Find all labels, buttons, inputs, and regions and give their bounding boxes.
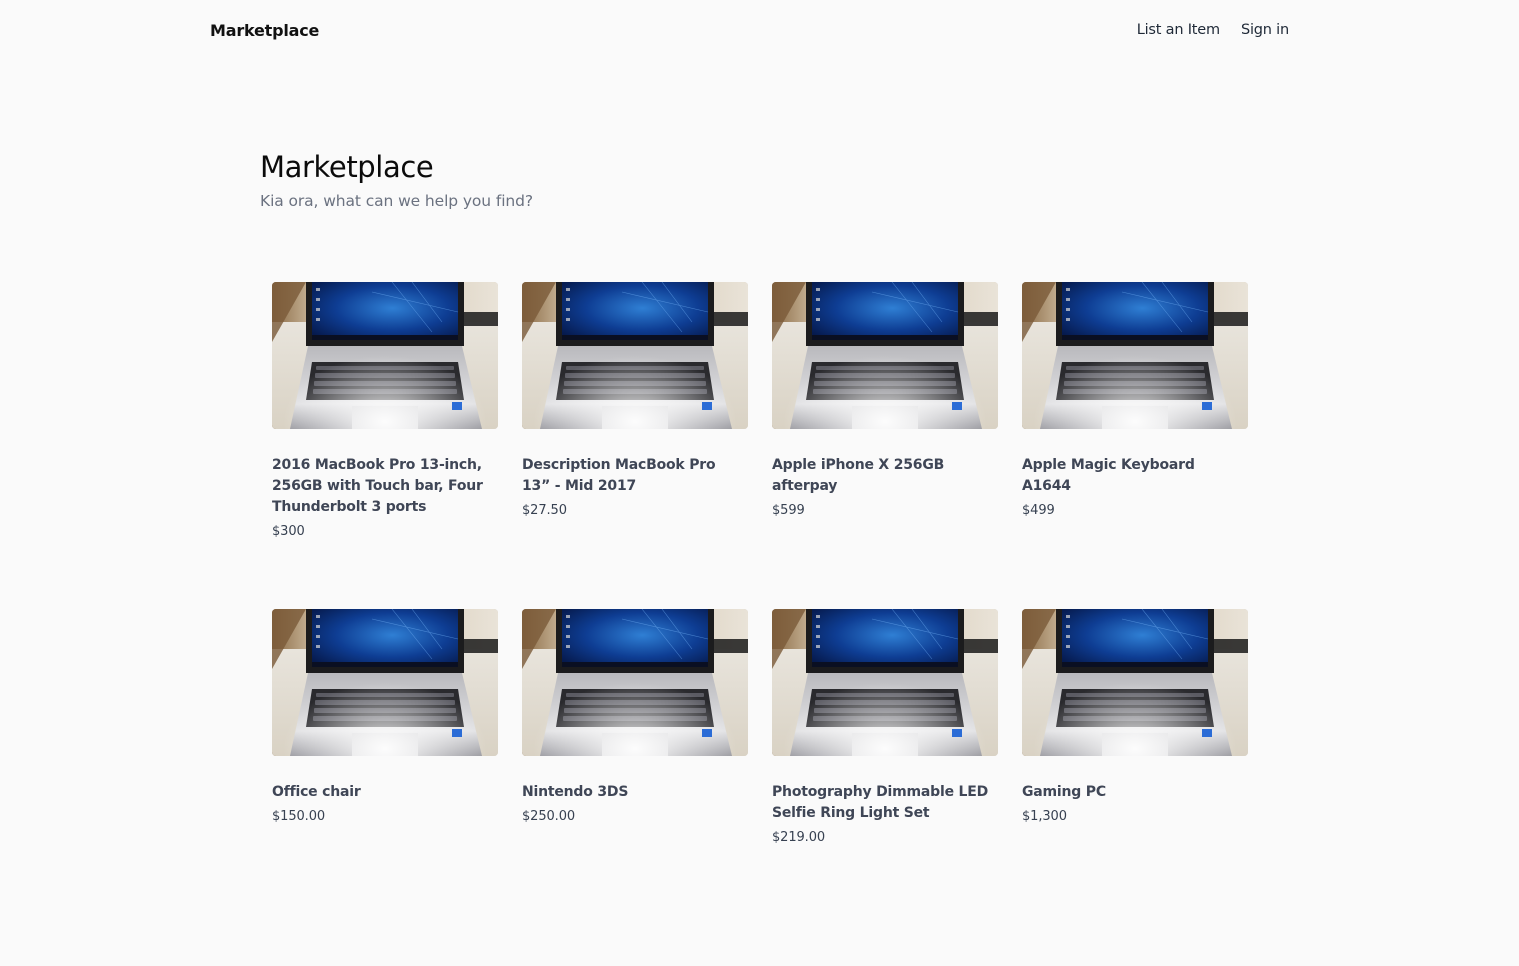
listing-image [272, 609, 498, 756]
listing-title: Gaming PC [1022, 784, 1106, 800]
listing-title: Apple Magic Keyboard A1644 [1022, 457, 1195, 494]
listing-title: 2016 MacBook Pro 13-inch, 256GB with Tou… [272, 457, 483, 515]
listing-price: $599 [772, 503, 805, 518]
listing-card[interactable]: Apple Magic Keyboard A1644 $499 [1022, 282, 1248, 609]
listing-image [1022, 609, 1248, 756]
listing-image [772, 609, 998, 756]
listing-price: $499 [1022, 503, 1055, 518]
list-item-link[interactable]: List an Item [1137, 22, 1220, 38]
listing-price: $150.00 [272, 809, 326, 824]
listing-price: $27.50 [522, 503, 567, 518]
listing-image [1022, 282, 1248, 429]
listing-title: Nintendo 3DS [522, 784, 629, 800]
brand-logo-link[interactable]: Marketplace [210, 21, 319, 40]
listing-card[interactable]: Nintendo 3DS $250.00 [522, 609, 748, 936]
listing-title: Apple iPhone X 256GB afterpay [772, 457, 945, 494]
page-title: Marketplace [260, 150, 434, 184]
page-subtitle: Kia ora, what can we help you find? [260, 192, 534, 210]
listing-grid: 2016 MacBook Pro 13-inch, 256GB with Tou… [272, 282, 1248, 936]
listing-card[interactable]: Apple iPhone X 256GB afterpay $599 [772, 282, 998, 609]
listing-image [272, 282, 498, 429]
listing-card[interactable]: 2016 MacBook Pro 13-inch, 256GB with Tou… [272, 282, 498, 609]
listing-card[interactable]: Gaming PC $1,300 [1022, 609, 1248, 936]
sign-in-link[interactable]: Sign in [1241, 22, 1289, 38]
listing-card[interactable]: Office chair $150.00 [272, 609, 498, 936]
hero-section: Marketplace Kia ora, what can we help yo… [260, 148, 533, 210]
listing-price: $219.00 [772, 830, 826, 845]
listing-card[interactable]: Photography Dimmable LED Selfie Ring Lig… [772, 609, 998, 936]
listing-title: Office chair [272, 784, 361, 800]
listing-image [772, 282, 998, 429]
nav-links: List an Item Sign in [1137, 22, 1290, 38]
listing-price: $1,300 [1022, 809, 1067, 824]
listing-title: Photography Dimmable LED Selfie Ring Lig… [772, 784, 989, 821]
listing-price: $250.00 [522, 809, 576, 824]
listing-image [522, 609, 748, 756]
listing-price: $300 [272, 524, 305, 539]
listing-title: Description MacBook Pro 13” - Mid 2017 [522, 457, 716, 494]
listing-card[interactable]: Description MacBook Pro 13” - Mid 2017 $… [522, 282, 748, 609]
top-navigation: Marketplace List an Item Sign in [210, 18, 1289, 42]
listing-image [522, 282, 748, 429]
